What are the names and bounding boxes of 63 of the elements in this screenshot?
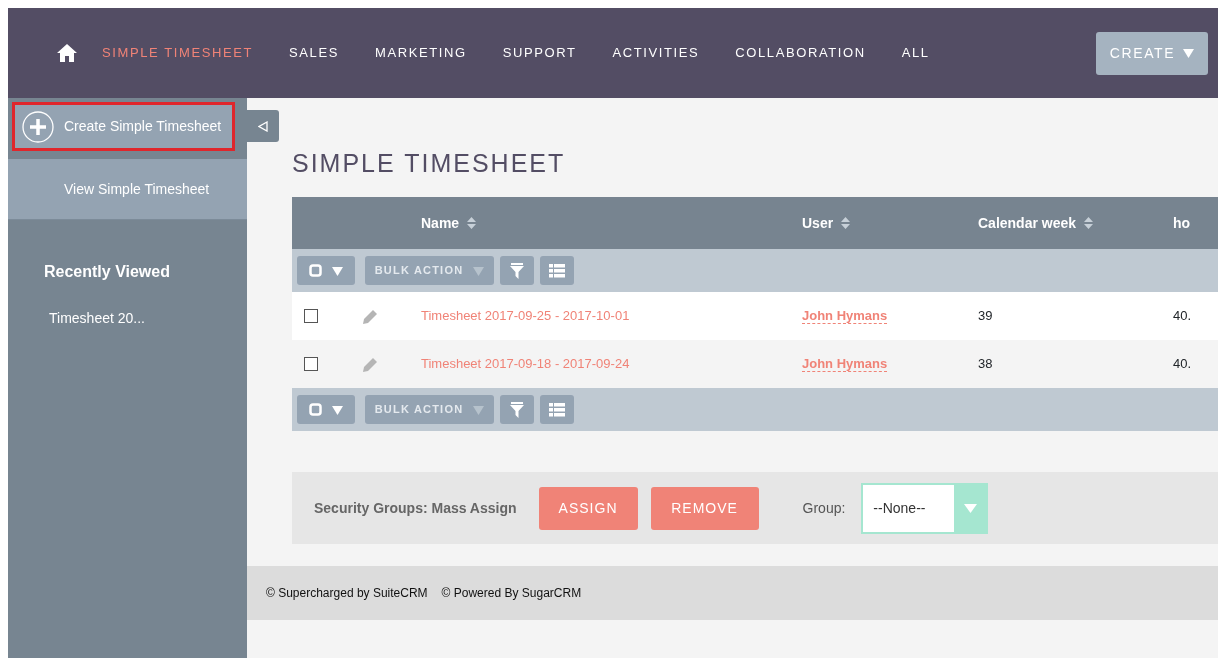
select-all-dropdown[interactable] [297,256,355,285]
filter-button[interactable] [500,395,534,424]
action-button[interactable]: ASSIGN [538,486,638,530]
filter-button[interactable] [500,256,534,285]
checkbox-icon [309,403,322,416]
timesheet-link[interactable]: Timesheet 2017-09-18 - 2017-09-24 [421,356,630,372]
sort-icon[interactable] [467,217,477,229]
sidebar-action[interactable]: View Simple Timesheet [8,159,247,220]
sidebar-collapse-button[interactable] [247,110,279,142]
triangle-left-icon [258,120,268,132]
column-header[interactable]: Calendar week [978,212,1077,234]
checkbox-icon [309,264,322,277]
user-link[interactable]: John Hymans [802,356,888,373]
caret-icon [332,265,343,276]
filter-icon [510,262,524,279]
table-cell: 40. [1173,308,1192,324]
nav-tab[interactable]: SIMPLE TIMESHEET [102,43,254,63]
table-cell: 40. [1173,356,1192,372]
nav-tab[interactable]: SALES [289,43,339,63]
security-groups-label: Security Groups: Mass Assign [314,498,517,518]
bulk-action-button[interactable]: BULK ACTION [365,256,494,285]
home-icon[interactable] [56,43,78,63]
column-header[interactable]: Name [421,212,460,234]
filter-icon [510,401,524,418]
list-icon [549,263,565,278]
caret-icon [1183,48,1195,58]
list-icon [549,402,565,417]
recent-item-link[interactable]: Timesheet 20... [49,308,145,329]
row-checkbox[interactable] [304,309,318,323]
caret-icon [473,265,485,276]
table-cell: 39 [978,308,993,324]
bulk-action-button[interactable]: BULK ACTION [365,395,494,424]
table-cell: 38 [978,356,993,372]
nav-tab[interactable]: COLLABORATION [735,43,866,63]
pencil-icon[interactable] [362,356,378,373]
user-link[interactable]: John Hymans [802,308,888,325]
column-header[interactable]: User [802,212,834,234]
page-title: SIMPLE TIMESHEET [292,148,567,178]
column-chooser-button[interactable] [540,395,574,424]
nav-tab[interactable]: MARKETING [375,43,467,63]
row-checkbox[interactable] [304,357,318,371]
group-select[interactable]: --None-- [861,482,989,534]
column-header[interactable]: ho [1173,212,1191,234]
sidebar-action[interactable]: Create Simple Timesheet [12,102,235,151]
action-button[interactable]: REMOVE [650,486,759,530]
create-button[interactable]: CREATE [1096,31,1208,75]
caret-icon [963,503,977,513]
nav-tab[interactable]: SUPPORT [502,43,577,63]
timesheet-link[interactable]: Timesheet 2017-09-25 - 2017-10-01 [421,308,630,324]
sort-icon[interactable] [841,217,851,229]
recently-viewed-heading: Recently Viewed [44,262,171,282]
select-all-dropdown[interactable] [297,395,355,424]
column-chooser-button[interactable] [540,256,574,285]
sort-icon[interactable] [1084,217,1094,229]
group-label: Group: [802,498,846,518]
nav-tab[interactable]: ALL [901,43,930,63]
caret-icon [473,404,485,415]
plus-circle-icon [22,111,54,143]
footer-text: © Supercharged by SuiteCRM [266,585,428,602]
nav-tab[interactable]: ACTIVITIES [612,43,700,63]
caret-icon [332,404,343,415]
footer-text: © Powered By SugarCRM [441,585,582,602]
pencil-icon[interactable] [362,308,378,325]
